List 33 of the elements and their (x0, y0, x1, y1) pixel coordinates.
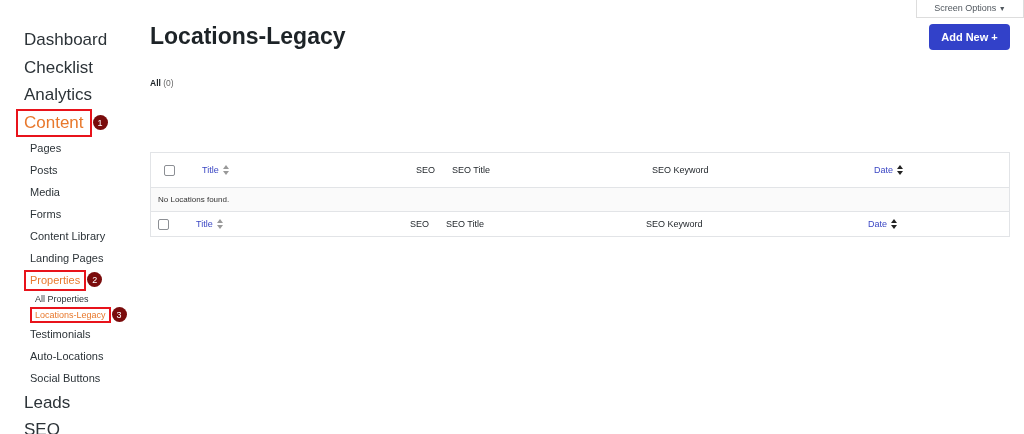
column-sort-link[interactable]: Date (868, 219, 887, 229)
select-all-checkbox[interactable] (158, 218, 169, 230)
column-header: SEO (416, 165, 435, 175)
annotation-badge: 3 (111, 307, 127, 322)
column-header: SEO Title (446, 219, 484, 229)
sidebar-item[interactable]: Posts (18, 158, 70, 181)
column-header: SEO Keyword (652, 165, 709, 175)
sidebar-item[interactable]: Leads (18, 388, 77, 416)
filter-link[interactable]: All (0) (150, 78, 174, 88)
column-sort-link[interactable]: Date (874, 165, 893, 175)
sidebar-item[interactable]: Forms (18, 202, 74, 225)
empty-message: No Locations found. (158, 195, 230, 204)
select-all-checkbox[interactable] (164, 164, 175, 176)
sidebar-item[interactable]: Auto-Locations (18, 344, 116, 367)
sidebar-item[interactable]: Testimonials (18, 322, 103, 345)
sidebar-item[interactable]: Media (18, 180, 72, 203)
sidebar-item[interactable]: Checklist (18, 53, 99, 81)
sidebar-item[interactable]: All Properties (18, 290, 106, 307)
column-header: SEO Title (452, 165, 490, 175)
sidebar-item[interactable]: Social Buttons (18, 366, 113, 389)
annotation-badge: 1 (92, 115, 108, 130)
sidebar-item[interactable]: Landing Pages (18, 246, 116, 269)
add-new-button[interactable]: Add New + (929, 24, 1010, 50)
column-header: SEO (410, 219, 429, 229)
column-header: SEO Keyword (646, 219, 703, 229)
sidebar-item[interactable]: Dashboard (18, 26, 114, 54)
sidebar-item[interactable]: Analytics (18, 81, 99, 109)
sidebar-item[interactable]: Content Library (18, 224, 118, 247)
annotation-badge: 2 (87, 272, 103, 287)
column-sort-link[interactable]: Title (196, 219, 213, 229)
page-title: Locations-Legacy (150, 22, 346, 50)
sidebar-item[interactable]: Pages (18, 136, 74, 159)
column-sort-link[interactable]: Title (202, 165, 219, 175)
